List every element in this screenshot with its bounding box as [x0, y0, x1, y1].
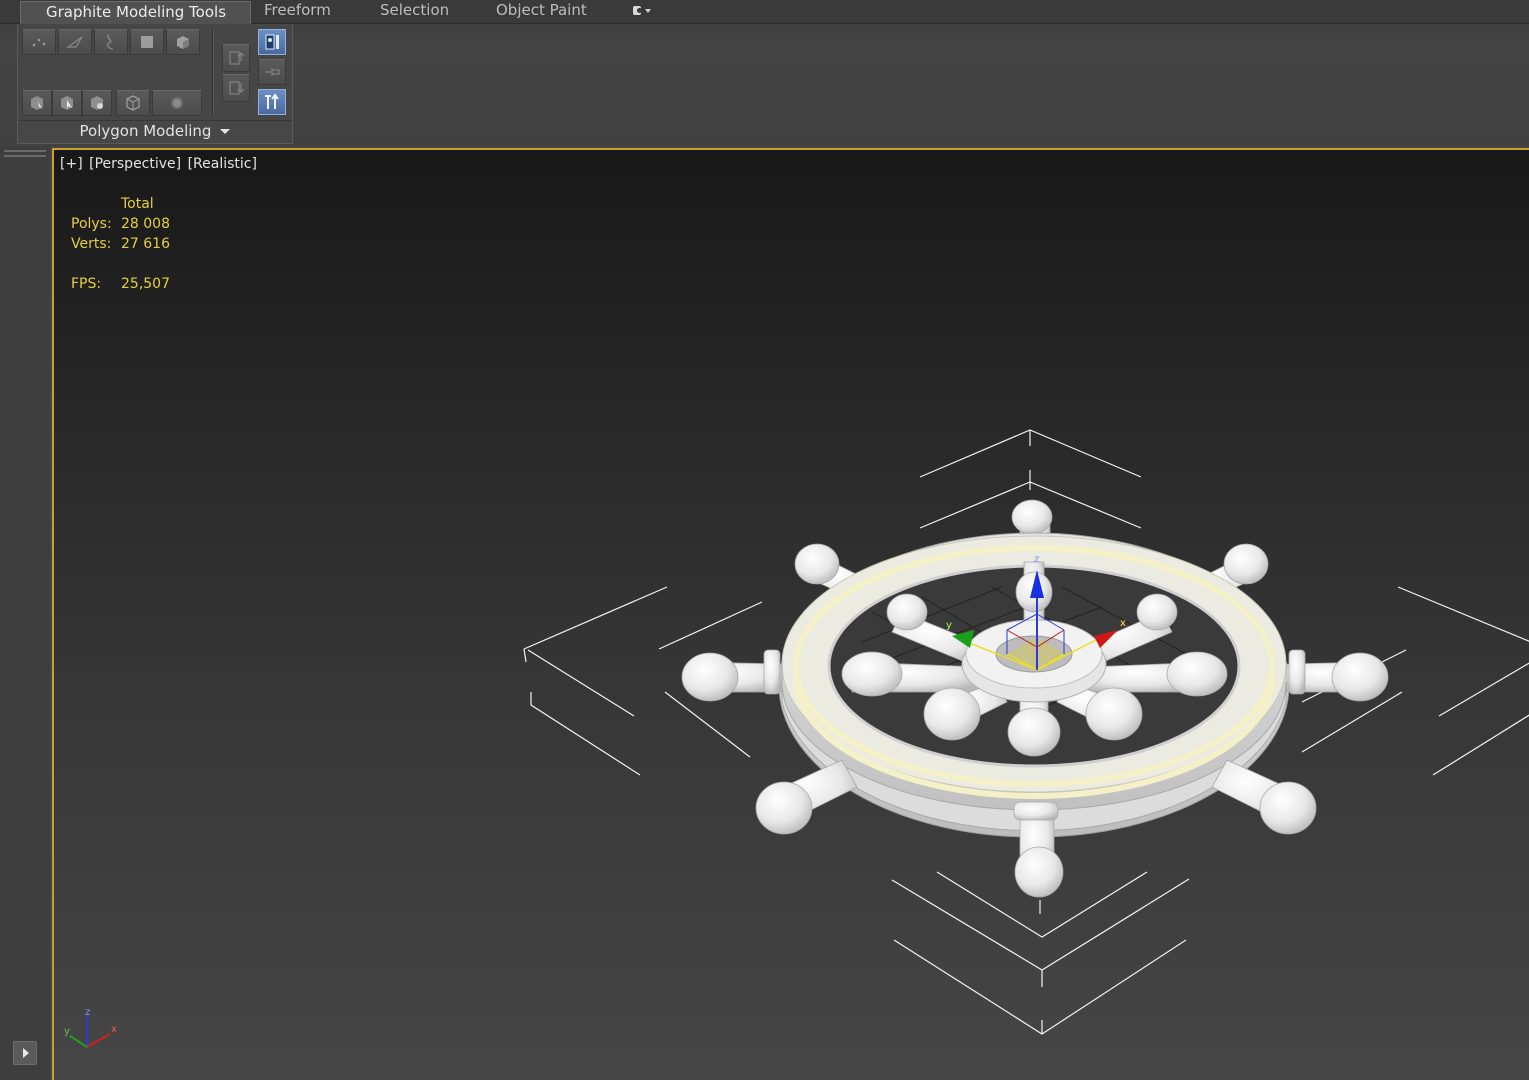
- panel-title: Polygon Modeling: [79, 122, 212, 140]
- ignore-backfacing-icon: [126, 95, 140, 111]
- pin-stack-button[interactable]: [258, 59, 286, 85]
- ribbon-options-dropdown[interactable]: [633, 5, 651, 16]
- collapse-stack-icon: [265, 93, 279, 109]
- edge-icon: [66, 36, 83, 48]
- polygon-modeling-panel: Polygon Modeling: [17, 24, 293, 144]
- border-icon: [106, 34, 114, 50]
- left-toolbar-strip: [0, 146, 50, 1080]
- polygon-button[interactable]: [130, 29, 164, 55]
- axis-x-label: x: [111, 1024, 117, 1035]
- panel-separator: [212, 28, 213, 116]
- tab-selection[interactable]: Selection: [380, 0, 449, 22]
- grip-handle[interactable]: [4, 155, 46, 157]
- chevron-down-icon: [220, 129, 231, 134]
- collapse-stack-button[interactable]: [258, 89, 286, 115]
- tab-graphite-modeling-tools[interactable]: Graphite Modeling Tools: [20, 1, 252, 24]
- ribbon: Graphite Modeling Tools Freeform Selecti…: [0, 0, 1529, 146]
- ship-wheel-scene: z y x z x y: [64, 429, 1529, 1048]
- gizmo-z-label: z: [1034, 554, 1039, 565]
- element-icon: [177, 36, 189, 49]
- edge-button[interactable]: [58, 29, 92, 55]
- modify-mode-button[interactable]: [22, 90, 52, 116]
- ignore-backfacing-button[interactable]: [116, 90, 150, 116]
- previous-modifier-icon: [229, 51, 245, 65]
- tab-object-paint[interactable]: Object Paint: [496, 0, 587, 22]
- border-button[interactable]: [94, 29, 128, 55]
- vertex-icon: [32, 38, 46, 47]
- cursor-mode-button[interactable]: [52, 90, 82, 116]
- gizmo-x-label: x: [1120, 618, 1126, 629]
- cursor-mode-icon: [61, 96, 73, 110]
- gizmo-y-label: y: [946, 620, 952, 631]
- perspective-viewport[interactable]: [+] [Perspective] [Realistic] Total Poly…: [52, 148, 1529, 1080]
- modify-mode-icon: [31, 96, 43, 110]
- preview-button[interactable]: [82, 90, 112, 116]
- tab-freeform[interactable]: Freeform: [264, 0, 331, 22]
- play-button[interactable]: [13, 1041, 37, 1065]
- soft-select-button[interactable]: [152, 90, 202, 116]
- pin-stack-icon: [265, 68, 280, 76]
- element-button[interactable]: [166, 29, 200, 55]
- view-axis-tripod: z x y: [64, 1007, 117, 1048]
- next-modifier-icon: [229, 81, 245, 95]
- next-modifier-button[interactable]: [222, 74, 250, 102]
- preview-icon: [91, 96, 103, 110]
- grip-handle[interactable]: [4, 150, 46, 152]
- camera-icon: [633, 6, 642, 15]
- previous-modifier-button[interactable]: [222, 44, 250, 72]
- vertex-button[interactable]: [22, 29, 56, 55]
- soft-select-icon: [171, 97, 183, 109]
- show-end-result-icon: [265, 34, 279, 50]
- ribbon-tab-bar: Graphite Modeling Tools Freeform Selecti…: [0, 0, 1529, 24]
- axis-y-label: y: [64, 1026, 70, 1037]
- axis-z-label: z: [85, 1007, 90, 1018]
- show-end-result-button[interactable]: [258, 29, 286, 55]
- polygon-modeling-dropdown[interactable]: Polygon Modeling: [18, 120, 292, 143]
- chevron-down-icon: [645, 8, 651, 13]
- polygon-icon: [141, 36, 153, 48]
